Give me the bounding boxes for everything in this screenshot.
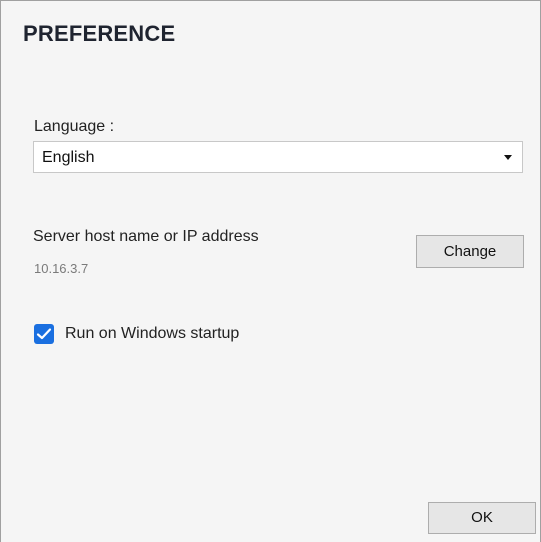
change-server-button[interactable]: Change (416, 235, 524, 268)
startup-checkbox[interactable] (34, 324, 54, 344)
checkmark-icon (36, 328, 52, 340)
language-select[interactable]: English (33, 141, 523, 173)
startup-checkbox-label[interactable]: Run on Windows startup (65, 325, 239, 343)
dialog-title: PREFERENCE (23, 21, 176, 46)
server-address-value: 10.16.3.7 (34, 261, 89, 276)
language-label: Language : (34, 118, 115, 135)
preference-dialog: PREFERENCE Language : English Server hos… (0, 0, 541, 542)
language-selected-value: English (42, 149, 95, 166)
server-label: Server host name or IP address (33, 228, 259, 245)
ok-button[interactable]: OK (428, 502, 536, 534)
chevron-down-icon (504, 155, 512, 160)
